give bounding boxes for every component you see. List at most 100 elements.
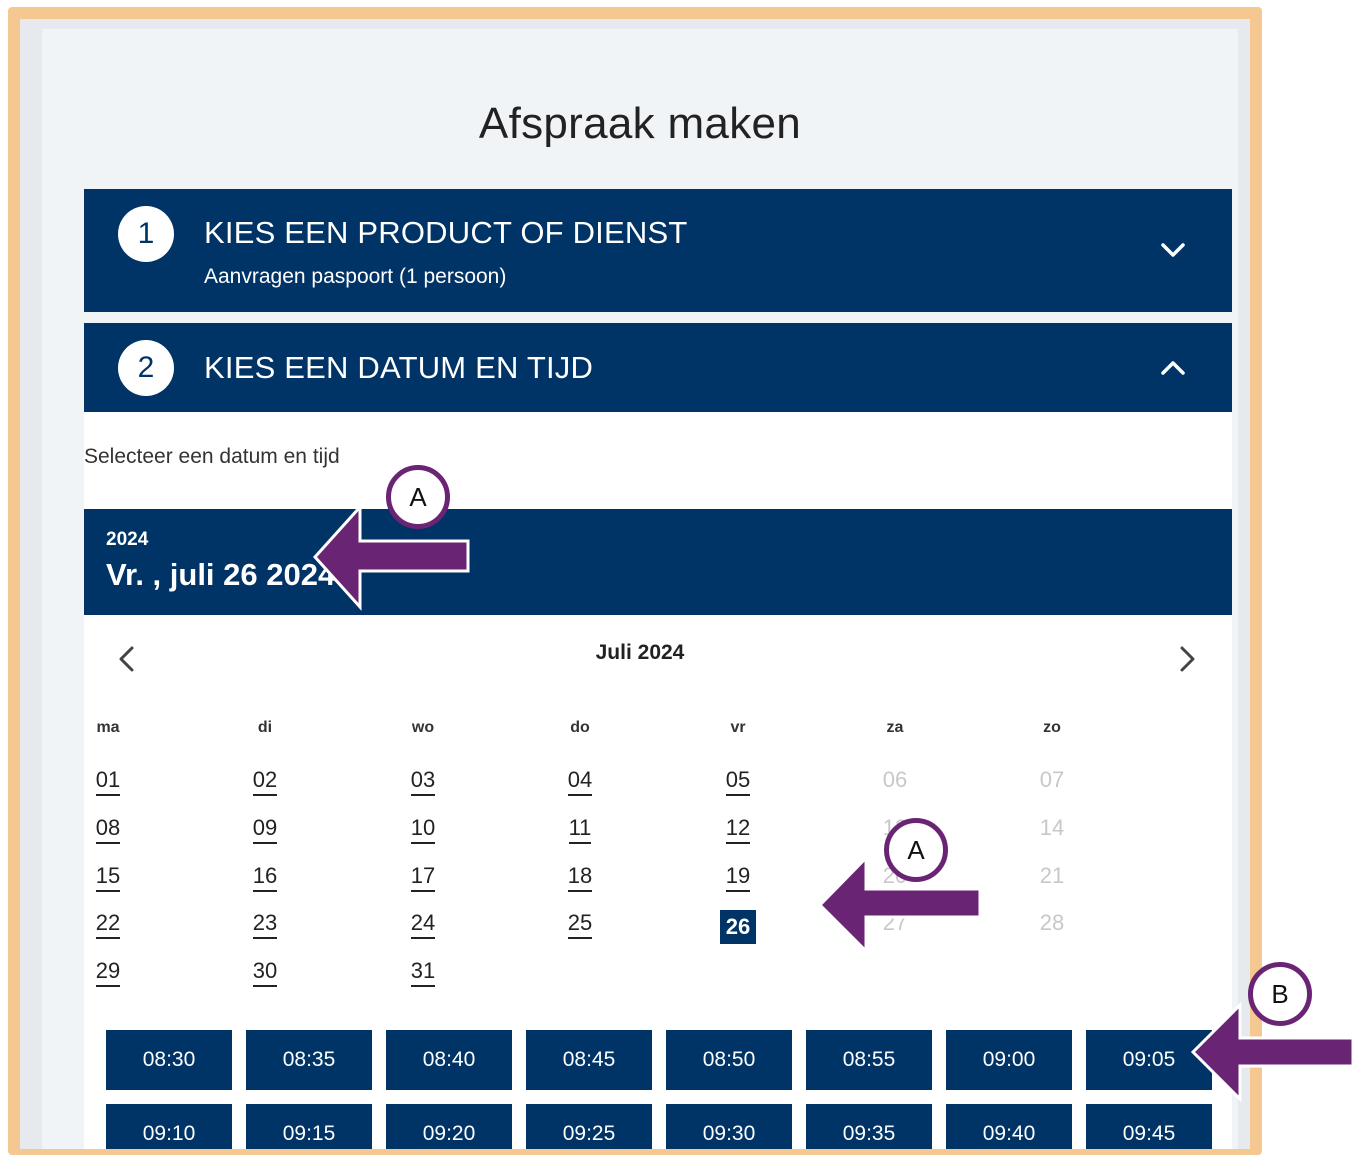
calendar-day-number: 25 bbox=[567, 911, 593, 939]
time-slot-button[interactable]: 08:40 bbox=[386, 1030, 512, 1090]
calendar-day[interactable]: 02 bbox=[235, 767, 295, 796]
calendar-day-number: 04 bbox=[567, 768, 593, 796]
appointment-page: Afspraak maken 1 KIES EEN PRODUCT OF DIE… bbox=[42, 29, 1238, 1149]
calendar-day-number: 27 bbox=[882, 910, 908, 935]
step-product-header[interactable]: 1 KIES EEN PRODUCT OF DIENST Aanvragen p… bbox=[84, 189, 1232, 312]
selected-date: Vr. , juli 26 2024 bbox=[106, 557, 336, 592]
annotation-badge-b: B bbox=[1248, 962, 1312, 1026]
calendar-day-number: 08 bbox=[95, 816, 121, 844]
time-slot-button[interactable]: 09:25 bbox=[526, 1104, 652, 1149]
calendar-day[interactable]: 29 bbox=[78, 958, 138, 987]
chevron-right-icon[interactable] bbox=[1172, 642, 1202, 676]
weekday-header: zo bbox=[1043, 719, 1061, 736]
calendar-day-number: 16 bbox=[252, 864, 278, 892]
calendar-day-number: 18 bbox=[567, 864, 593, 892]
calendar-day-number: 29 bbox=[95, 959, 121, 987]
calendar-day-number: 15 bbox=[95, 864, 121, 892]
weekday-header: vr bbox=[730, 719, 746, 736]
calendar-day[interactable]: 12 bbox=[708, 815, 768, 844]
calendar-day: 27 bbox=[865, 910, 925, 937]
calendar-day-number: 06 bbox=[882, 767, 908, 792]
calendar-day[interactable]: 17 bbox=[393, 863, 453, 892]
weekday-header: di bbox=[257, 719, 273, 736]
step-number-badge: 2 bbox=[118, 340, 174, 396]
calendar-day-number: 14 bbox=[1039, 815, 1065, 840]
calendar-day-number: 24 bbox=[410, 911, 436, 939]
calendar-day[interactable]: 19 bbox=[708, 863, 768, 892]
calendar-day[interactable]: 25 bbox=[550, 910, 610, 939]
calendar-day-number: 19 bbox=[725, 864, 751, 892]
step-number-badge: 1 bbox=[118, 206, 174, 262]
page-title: Afspraak maken bbox=[478, 99, 802, 148]
calendar-day-number: 03 bbox=[410, 768, 436, 796]
time-slot-button[interactable]: 09:10 bbox=[106, 1104, 232, 1149]
calendar-day-number: 05 bbox=[725, 768, 751, 796]
calendar-day[interactable]: 08 bbox=[78, 815, 138, 844]
calendar-month-label: Juli 2024 bbox=[595, 641, 685, 664]
calendar-day[interactable]: 30 bbox=[235, 958, 295, 987]
weekday-header: wo bbox=[411, 719, 435, 736]
calendar-day-number: 31 bbox=[410, 959, 436, 987]
calendar-day: 28 bbox=[1022, 910, 1082, 937]
selected-date-bar: 2024 Vr. , juli 26 2024 bbox=[84, 509, 1232, 615]
instruction-text: Selecteer een datum en tijd bbox=[84, 445, 340, 468]
calendar-day-number: 26 bbox=[719, 910, 757, 944]
weekday-header: do bbox=[570, 719, 590, 736]
calendar-day-selected[interactable]: 26 bbox=[708, 910, 768, 944]
calendar-day[interactable]: 31 bbox=[393, 958, 453, 987]
calendar-day: 07 bbox=[1022, 767, 1082, 794]
time-slot-button[interactable]: 09:35 bbox=[806, 1104, 932, 1149]
time-slot-button[interactable]: 09:20 bbox=[386, 1104, 512, 1149]
selected-product: Aanvragen paspoort (1 persoon) bbox=[204, 265, 507, 288]
calendar-day-number: 09 bbox=[252, 816, 278, 844]
time-slot-button[interactable]: 08:50 bbox=[666, 1030, 792, 1090]
calendar-day: 14 bbox=[1022, 815, 1082, 842]
calendar-day[interactable]: 15 bbox=[78, 863, 138, 892]
calendar-day-number: 17 bbox=[410, 864, 436, 892]
calendar-day-number: 02 bbox=[252, 768, 278, 796]
weekday-header: ma bbox=[96, 719, 120, 736]
time-slot-button[interactable]: 09:30 bbox=[666, 1104, 792, 1149]
calendar-day[interactable]: 23 bbox=[235, 910, 295, 939]
calendar-day[interactable]: 04 bbox=[550, 767, 610, 796]
time-slot-button[interactable]: 09:05 bbox=[1086, 1030, 1212, 1090]
time-slot-button[interactable]: 09:15 bbox=[246, 1104, 372, 1149]
time-slot-button[interactable]: 08:55 bbox=[806, 1030, 932, 1090]
calendar-day-number: 10 bbox=[410, 816, 436, 844]
calendar-day[interactable]: 10 bbox=[393, 815, 453, 844]
calendar-day[interactable]: 18 bbox=[550, 863, 610, 892]
selected-year: 2024 bbox=[106, 529, 149, 550]
calendar-day-number: 30 bbox=[252, 959, 278, 987]
weekday-header: za bbox=[886, 719, 904, 736]
calendar-day-number: 23 bbox=[252, 911, 278, 939]
calendar-day[interactable]: 11 bbox=[550, 815, 610, 844]
time-slot-button[interactable]: 09:40 bbox=[946, 1104, 1072, 1149]
time-slot-button[interactable]: 08:35 bbox=[246, 1030, 372, 1090]
calendar-day[interactable]: 01 bbox=[78, 767, 138, 796]
calendar-day-number: 11 bbox=[568, 816, 592, 844]
calendar-day-number: 21 bbox=[1039, 863, 1065, 888]
calendar-day: 21 bbox=[1022, 863, 1082, 890]
calendar-day-number: 07 bbox=[1039, 767, 1065, 792]
calendar-day[interactable]: 22 bbox=[78, 910, 138, 939]
calendar-day: 06 bbox=[865, 767, 925, 794]
calendar-day[interactable]: 03 bbox=[393, 767, 453, 796]
time-slot-button[interactable]: 09:45 bbox=[1086, 1104, 1212, 1149]
step-title: KIES EEN DATUM EN TIJD bbox=[204, 350, 594, 385]
annotation-badge-a: A bbox=[386, 465, 450, 529]
calendar-day-number: 12 bbox=[725, 816, 751, 844]
calendar-day[interactable]: 24 bbox=[393, 910, 453, 939]
screenshot-frame: Afspraak maken 1 KIES EEN PRODUCT OF DIE… bbox=[8, 7, 1262, 1155]
time-slot-button[interactable]: 09:00 bbox=[946, 1030, 1072, 1090]
time-slot-button[interactable]: 08:45 bbox=[526, 1030, 652, 1090]
time-slot-button[interactable]: 08:30 bbox=[106, 1030, 232, 1090]
calendar-day[interactable]: 09 bbox=[235, 815, 295, 844]
chevron-up-icon[interactable] bbox=[1158, 353, 1188, 383]
calendar-day-number: 01 bbox=[95, 768, 121, 796]
step-date-time-header[interactable]: 2 KIES EEN DATUM EN TIJD bbox=[84, 323, 1232, 412]
calendar-day[interactable]: 16 bbox=[235, 863, 295, 892]
calendar-day[interactable]: 05 bbox=[708, 767, 768, 796]
chevron-down-icon[interactable] bbox=[1158, 235, 1188, 265]
step-title: KIES EEN PRODUCT OF DIENST bbox=[204, 215, 688, 250]
calendar-day-number: 28 bbox=[1039, 910, 1065, 935]
